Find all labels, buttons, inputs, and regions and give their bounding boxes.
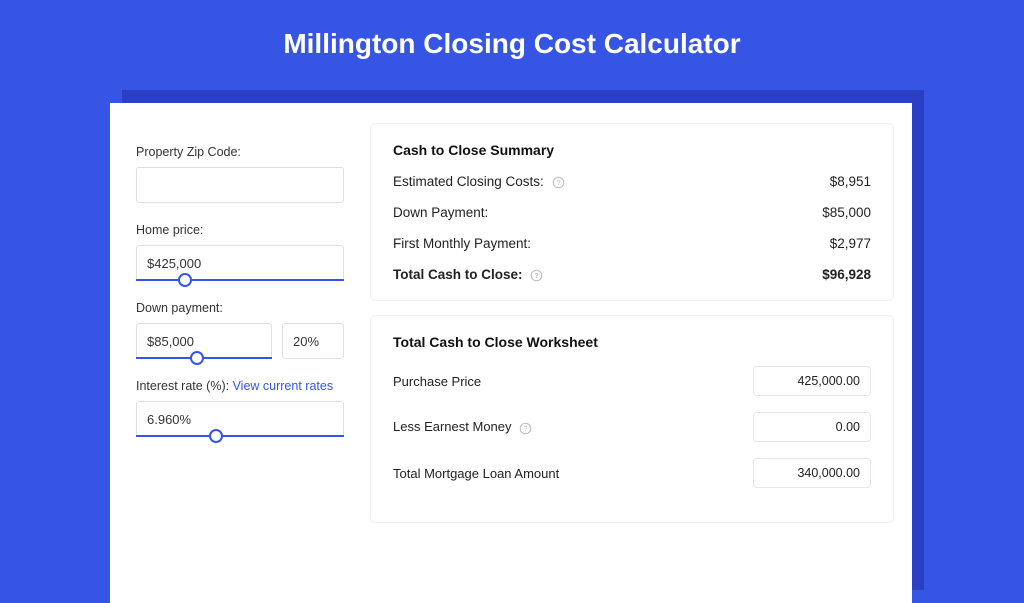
worksheet-row-label: Purchase Price [393,374,481,389]
worksheet-row: Purchase Price [393,366,871,396]
summary-row-label: Estimated Closing Costs: ? [393,174,565,189]
worksheet-row-label: Less Earnest Money ? [393,419,532,434]
help-icon[interactable]: ? [530,269,543,282]
worksheet-row-label: Total Mortgage Loan Amount [393,466,559,481]
help-icon[interactable]: ? [519,422,532,435]
mortgage-loan-input[interactable] [753,458,871,488]
help-icon[interactable]: ? [552,176,565,189]
down-payment-input[interactable] [136,323,272,359]
down-payment-pct-input[interactable] [282,323,344,359]
summary-row: First Monthly Payment: $2,977 [393,236,871,251]
summary-panel: Cash to Close Summary Estimated Closing … [370,123,894,301]
view-rates-link[interactable]: View current rates [233,379,334,393]
svg-text:?: ? [556,178,560,187]
slider-thumb[interactable] [190,351,204,365]
down-payment-field-group: Down payment: [136,301,344,359]
interest-label: Interest rate (%): View current rates [136,379,344,393]
summary-total-value: $96,928 [822,267,871,282]
interest-slider[interactable] [136,435,344,437]
svg-text:?: ? [535,271,540,280]
slider-thumb[interactable] [209,429,223,443]
interest-field-group: Interest rate (%): View current rates [136,379,344,437]
summary-total-label: Total Cash to Close: ? [393,267,543,282]
interest-label-text: Interest rate (%): [136,379,233,393]
summary-heading: Cash to Close Summary [393,142,871,158]
slider-track [136,435,344,437]
inputs-column: Property Zip Code: Home price: Down paym… [110,103,370,603]
slider-track [136,279,344,281]
worksheet-row: Total Mortgage Loan Amount [393,458,871,488]
calculator-card: Property Zip Code: Home price: Down paym… [110,103,912,603]
summary-row-value: $8,951 [830,174,871,189]
worksheet-heading: Total Cash to Close Worksheet [393,334,871,350]
page-title: Millington Closing Cost Calculator [0,0,1024,82]
summary-row-label: First Monthly Payment: [393,236,531,251]
purchase-price-input[interactable] [753,366,871,396]
summary-row: Estimated Closing Costs: ? $8,951 [393,174,871,189]
summary-row-value: $2,977 [830,236,871,251]
worksheet-row: Less Earnest Money ? [393,412,871,442]
zip-field-group: Property Zip Code: [136,145,344,203]
svg-text:?: ? [524,423,528,432]
home-price-input[interactable] [136,245,344,281]
interest-input[interactable] [136,401,344,437]
home-price-field-group: Home price: [136,223,344,281]
summary-total-row: Total Cash to Close: ? $96,928 [393,267,871,282]
results-column: Cash to Close Summary Estimated Closing … [370,103,912,603]
down-payment-slider[interactable] [136,357,272,359]
home-price-label: Home price: [136,223,344,237]
slider-thumb[interactable] [178,273,192,287]
earnest-money-input[interactable] [753,412,871,442]
worksheet-panel: Total Cash to Close Worksheet Purchase P… [370,315,894,523]
summary-row: Down Payment: $85,000 [393,205,871,220]
down-payment-label: Down payment: [136,301,344,315]
zip-input[interactable] [136,167,344,203]
summary-row-label: Down Payment: [393,205,488,220]
summary-row-value: $85,000 [822,205,871,220]
home-price-slider[interactable] [136,279,344,281]
zip-label: Property Zip Code: [136,145,344,159]
